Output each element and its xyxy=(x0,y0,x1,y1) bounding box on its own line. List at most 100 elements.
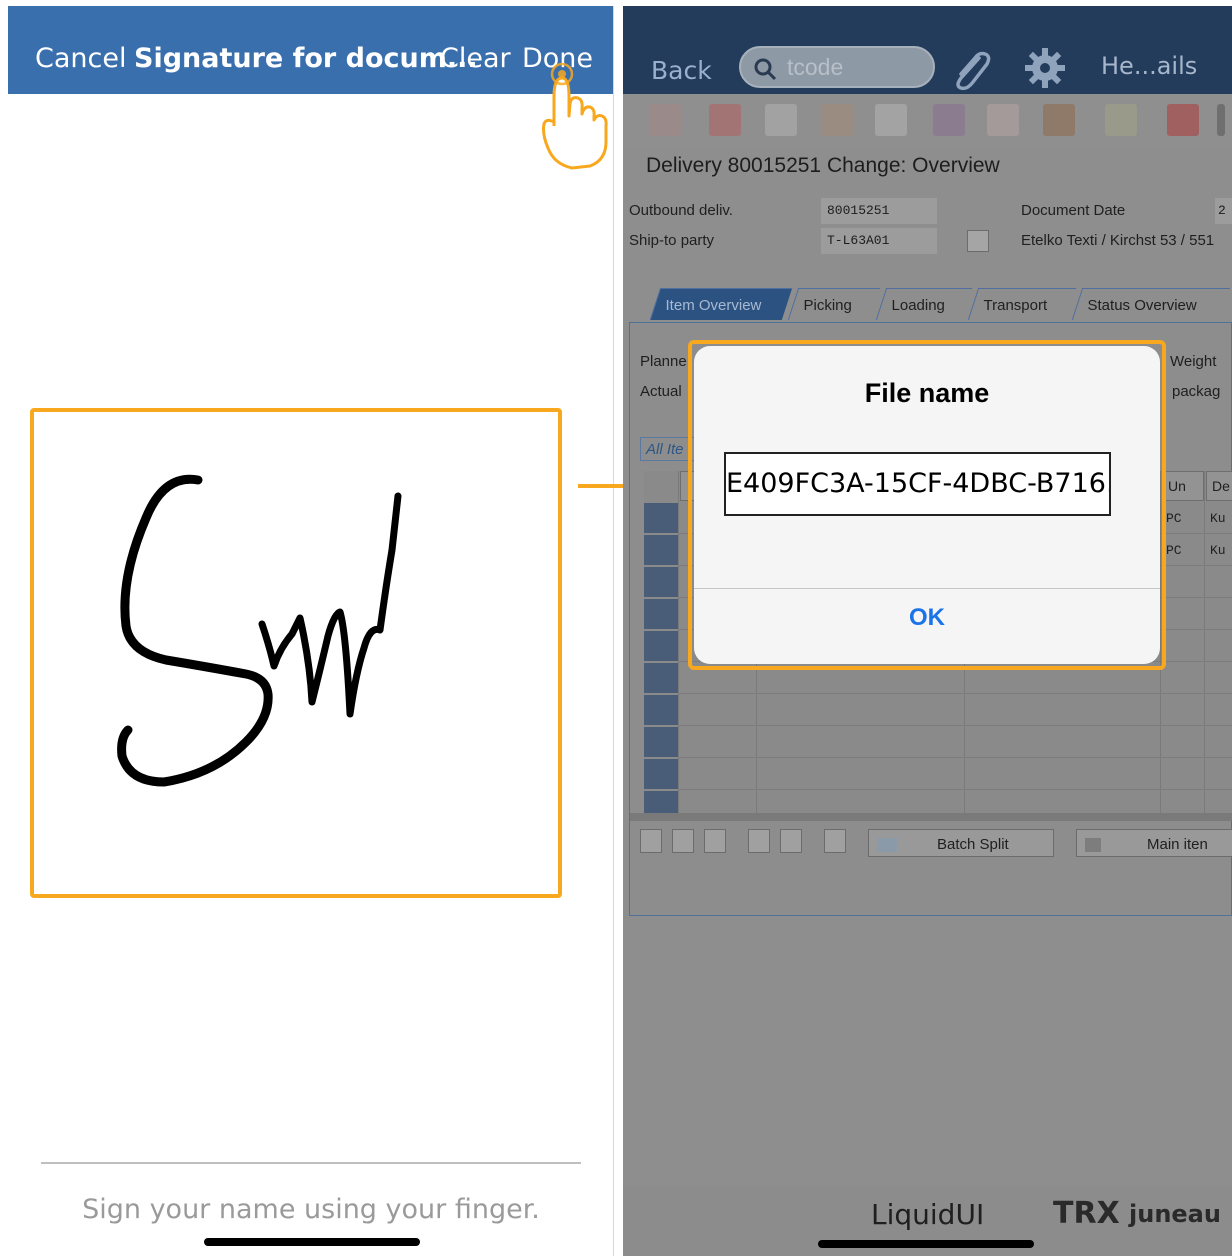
gear-icon[interactable] xyxy=(1023,46,1067,90)
outbound-label: Outbound deliv. xyxy=(629,202,733,219)
liquidui-logo: LiquidUI xyxy=(871,1198,985,1231)
row-selector[interactable] xyxy=(644,663,678,693)
search-placeholder: tcode xyxy=(787,54,844,80)
tab-item-overview[interactable]: Item Overview xyxy=(649,288,793,320)
detail-icon[interactable] xyxy=(640,829,662,853)
signature-title: Signature for docum... xyxy=(134,43,478,74)
row-selector[interactable] xyxy=(644,503,678,533)
row-selector[interactable] xyxy=(644,759,678,789)
details-button[interactable]: He...ails xyxy=(1101,52,1197,80)
column-header-un: Un xyxy=(1162,471,1204,501)
row-selector[interactable] xyxy=(644,727,678,757)
tool-more-icon[interactable] xyxy=(1217,104,1225,136)
tool-box-icon[interactable] xyxy=(1043,104,1075,136)
tcode-search-field[interactable]: tcode xyxy=(739,46,935,88)
batch-split-label: Batch Split xyxy=(937,836,1009,853)
sap-nav-bar: Back tcode He...ails xyxy=(623,6,1232,94)
column-divider xyxy=(678,471,679,815)
batch-split-icon xyxy=(877,838,897,853)
batch-split-button[interactable]: Batch Split xyxy=(868,829,1054,857)
home-indicator xyxy=(204,1238,420,1246)
row-divider xyxy=(678,693,1232,694)
dialog-divider xyxy=(694,588,1160,589)
row1-unit: PC xyxy=(1166,511,1182,526)
cancel-button[interactable]: Cancel xyxy=(35,42,126,76)
file-name-dialog: File name E409FC3A-15CF-4DBC-B716... OK xyxy=(694,346,1160,664)
tab-loading[interactable]: Loading xyxy=(875,288,973,320)
back-button[interactable]: Back xyxy=(651,56,712,85)
row-divider xyxy=(678,789,1232,790)
weight-label: Weight xyxy=(1170,353,1217,370)
tool-home-icon[interactable] xyxy=(1167,104,1199,136)
shipto-address: Etelko Texti / Kirchst 53 / 551 xyxy=(1021,232,1215,249)
tool-doc-icon[interactable] xyxy=(1105,104,1137,136)
signature-hint: Sign your name using your finger. xyxy=(82,1194,540,1225)
sort-asc-icon[interactable] xyxy=(748,829,770,853)
row-divider xyxy=(678,757,1232,758)
tool-partner-icon[interactable] xyxy=(875,104,907,136)
tool-copy-icon[interactable] xyxy=(821,104,853,136)
shipto-value[interactable]: T-L63A01 xyxy=(821,228,937,254)
search-icon xyxy=(754,58,777,81)
main-item-label: Main iten xyxy=(1147,836,1208,853)
column-divider xyxy=(1204,471,1205,815)
row2-desc: Ku xyxy=(1210,543,1226,558)
row-selector[interactable] xyxy=(644,631,678,661)
row-divider xyxy=(678,725,1232,726)
paperclip-icon[interactable] xyxy=(949,48,993,92)
row-selector[interactable] xyxy=(644,599,678,629)
tool-edit-icon[interactable] xyxy=(649,104,681,136)
tap-hand-icon xyxy=(542,62,608,170)
select-all-icon[interactable] xyxy=(672,829,694,853)
branding-footer: LiquidUI TRX juneau xyxy=(623,1186,1232,1256)
tab-transport[interactable]: Transport xyxy=(967,288,1077,320)
tab-label: Picking xyxy=(803,297,852,314)
row-selector[interactable] xyxy=(644,695,678,725)
signature-baseline xyxy=(41,1162,581,1164)
signature-stroke xyxy=(117,474,402,787)
tab-label: Loading xyxy=(891,297,945,314)
docdate-value[interactable]: 2 xyxy=(1215,198,1232,224)
home-indicator xyxy=(818,1240,1034,1248)
package-label: packag xyxy=(1172,383,1221,400)
tab-status-overview[interactable]: Status Overview xyxy=(1071,288,1231,320)
juneau-logo: juneau xyxy=(1129,1200,1221,1228)
tab-picking[interactable]: Picking xyxy=(787,288,881,320)
file-name-input[interactable]: E409FC3A-15CF-4DBC-B716... xyxy=(724,452,1111,516)
tool-text-icon[interactable] xyxy=(987,104,1019,136)
clear-button[interactable]: Clear xyxy=(440,42,511,76)
tab-label: Item Overview xyxy=(665,297,762,314)
tool-hat-icon[interactable] xyxy=(933,104,965,136)
dialog-title: File name xyxy=(864,378,990,408)
row-selector[interactable] xyxy=(644,535,678,565)
signature-canvas[interactable] xyxy=(30,408,562,898)
tab-label: Transport xyxy=(983,297,1048,314)
page-title: Delivery 80015251 Change: Overview xyxy=(646,154,1000,177)
address-icon[interactable] xyxy=(967,230,989,252)
tool-move-icon[interactable] xyxy=(709,104,741,136)
signature-header: Cancel Signature for docum... Clear Done xyxy=(8,6,613,94)
trx-logo: TRX xyxy=(1053,1196,1120,1231)
table-scrollbar[interactable] xyxy=(630,813,1232,821)
main-item-button[interactable]: Main iten xyxy=(1076,829,1232,857)
column-header-de: De xyxy=(1206,471,1232,501)
row2-unit: PC xyxy=(1166,543,1182,558)
ok-button[interactable]: OK xyxy=(694,604,1160,632)
row-selector[interactable] xyxy=(644,567,678,597)
docdate-label: Document Date xyxy=(1021,202,1126,219)
row1-desc: Ku xyxy=(1210,511,1226,526)
actual-label: Actual xyxy=(640,383,682,400)
shipto-label: Ship-to party xyxy=(629,232,715,249)
screenshot-root: Cancel Signature for docum... Clear Done… xyxy=(0,0,1232,1256)
planned-label: Planne xyxy=(640,353,687,370)
filter-icon xyxy=(1085,838,1101,853)
tool-delete-icon[interactable] xyxy=(765,104,797,136)
sap-toolbar xyxy=(623,94,1232,146)
signature-screen: Cancel Signature for docum... Clear Done… xyxy=(8,6,614,1256)
row-selector[interactable] xyxy=(644,791,678,815)
tab-label: Status Overview xyxy=(1087,297,1197,314)
layout-icon[interactable] xyxy=(824,829,846,853)
outbound-value[interactable]: 80015251 xyxy=(821,198,937,224)
sort-desc-icon[interactable] xyxy=(780,829,802,853)
deselect-icon[interactable] xyxy=(704,829,726,853)
